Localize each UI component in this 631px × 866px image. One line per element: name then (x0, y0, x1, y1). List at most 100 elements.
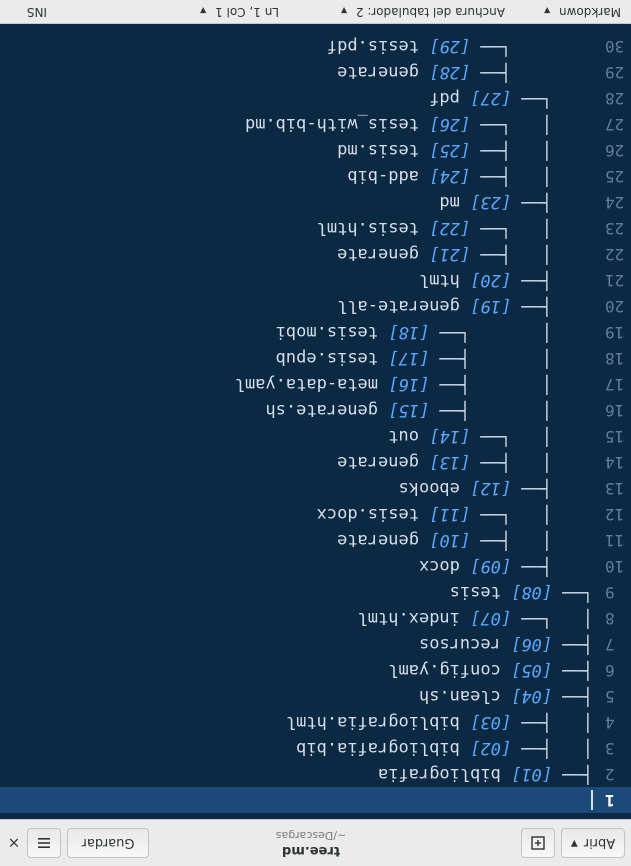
tree-branch: ├── (552, 634, 593, 654)
tree-branch: │ └── (470, 426, 593, 446)
item-name: tesis.mobi (275, 322, 389, 342)
item-number: [26] (429, 114, 471, 134)
tree-branch: │ └── (470, 504, 593, 524)
item-name: tesis.docx (316, 504, 430, 524)
tree-branch: │ └── (429, 322, 593, 342)
line-content: │ └── [26] tesis_with-bib.md (245, 111, 593, 137)
tree-branch: │ ├── (429, 400, 593, 420)
tree-branch: │ └── (470, 114, 593, 134)
item-number: [21] (429, 244, 471, 264)
tree-branch: ├── (552, 660, 593, 680)
line-number: 4 (605, 713, 615, 732)
item-name: tesis.pdf (326, 36, 430, 56)
close-button[interactable]: × (3, 828, 25, 858)
tab-width-selector[interactable]: Anchura del tabulador: 2 ▼ (341, 5, 505, 19)
tree-branch: │ ├── (511, 738, 593, 758)
line-content: │ └── [07] index.html (358, 605, 593, 631)
editor-line: 22 │ ├── [21] generate (0, 241, 631, 267)
line-content: │ ├── [21] generate (337, 241, 593, 267)
line-number: 26 (605, 141, 625, 160)
editor-line: 4 │ ├── [03] bibliografia.html (0, 709, 631, 735)
item-name: generate.sh (265, 400, 389, 420)
insert-mode-indicator[interactable]: INS (27, 5, 47, 19)
line-content: ├── [06] recursos (419, 631, 593, 657)
line-content: │ ├── [24] add-bib (347, 163, 593, 189)
line-content: │ ├── [13] generate (337, 449, 593, 475)
tree-branch: │ ├── (470, 244, 593, 264)
document-path: ~/Descargas (275, 829, 347, 842)
item-name: recursos (418, 634, 512, 654)
editor-line: 28 └── [27] pdf (0, 85, 631, 111)
cursor-position-selector[interactable]: Ln 1, Col 1 ▼ (200, 5, 279, 19)
editor-line: 19 │ └── [18] tesis.mobi (0, 319, 631, 345)
editor-line: 3 │ ├── [02] bibliografia.bib (0, 735, 631, 761)
editor-line: 11 │ ├── [10] generate (0, 527, 631, 553)
line-number: 30 (605, 37, 625, 56)
line-number: 9 (605, 583, 615, 602)
title-box: tree.md ~/Descargas (211, 824, 411, 862)
item-name: bibliografia.bib (296, 738, 471, 758)
line-content: │ └── [11] tesis.docx (317, 501, 593, 527)
language-selector[interactable]: Markdown ▼ (544, 5, 621, 19)
chevron-down-icon: ▼ (544, 6, 551, 15)
menu-button[interactable] (27, 828, 61, 858)
item-name: meta-data.yaml (234, 374, 389, 394)
open-button[interactable]: Abrir ▼ (561, 828, 625, 858)
editor-line: 21 ├── [20] html (0, 267, 631, 293)
line-number: 8 (605, 609, 615, 628)
line-content: └── [27] pdf (429, 85, 593, 111)
item-number: [09] (470, 556, 512, 576)
open-button-label: Abrir (583, 835, 616, 851)
item-name: bibliografia (378, 764, 512, 784)
item-number: [29] (429, 36, 471, 56)
editor-line: 27 │ └── [26] tesis_with-bib.md (0, 111, 631, 137)
item-name: generate-all (337, 296, 471, 316)
tree-branch: ├── (511, 296, 593, 316)
editor-line: 13 ├── [12] ebooks (0, 475, 631, 501)
item-number: [17] (388, 348, 430, 368)
line-number: 19 (605, 323, 625, 342)
item-number: [03] (470, 712, 512, 732)
line-number: 29 (605, 63, 625, 82)
item-number: [23] (470, 192, 512, 212)
line-number: 28 (605, 89, 625, 108)
editor-line: 1 (0, 787, 631, 813)
item-number: [08] (511, 582, 553, 602)
tree-branch: ├── (552, 686, 593, 706)
chevron-down-icon: ▼ (200, 6, 207, 15)
new-tab-button[interactable] (521, 828, 555, 858)
editor-line: 16 │ ├── [15] generate.sh (0, 397, 631, 423)
line-content: ├── [09] docx (419, 553, 593, 579)
hamburger-menu-icon (38, 838, 50, 848)
tree-branch: ├── (470, 62, 593, 82)
tree-branch: │ ├── (470, 452, 593, 472)
item-number: [18] (388, 322, 430, 342)
line-number: 6 (605, 661, 615, 680)
chevron-down-icon: ▼ (570, 838, 578, 848)
line-number: 24 (605, 193, 625, 212)
item-name: ebooks (398, 478, 471, 498)
item-number: [16] (388, 374, 430, 394)
tree-branch: ├── (552, 764, 593, 784)
line-number: 21 (605, 271, 625, 290)
save-button[interactable]: Guardar (67, 828, 149, 858)
item-name: index.html (357, 608, 471, 628)
cursor-position-label: Ln 1, Col 1 (215, 5, 279, 19)
tree-branch: │ ├── (470, 140, 593, 160)
item-name: tesis.epub (275, 348, 389, 368)
tree-branch: ├── (511, 556, 593, 576)
editor-line: 2 ├── [01] bibliografia (0, 761, 631, 787)
editor-line: 30 └── [29] tesis.pdf (0, 33, 631, 59)
text-cursor (591, 790, 593, 810)
line-number: 23 (605, 219, 625, 238)
tree-branch: ├── (511, 192, 593, 212)
editor-line: 14 │ ├── [13] generate (0, 449, 631, 475)
item-number: [13] (429, 452, 471, 472)
item-name: md (439, 192, 471, 212)
editor-line: 10 ├── [09] docx (0, 553, 631, 579)
status-bar: Markdown ▼ Anchura del tabulador: 2 ▼ Ln… (0, 0, 631, 24)
editor-area[interactable]: 1 2 ├── [01] bibliografia 3 │ ├── [02] bibli… (0, 24, 631, 819)
line-content: │ ├── [02] bibliografia.bib (296, 735, 593, 761)
item-number: [01] (511, 764, 553, 784)
item-name: config.yaml (388, 660, 512, 680)
